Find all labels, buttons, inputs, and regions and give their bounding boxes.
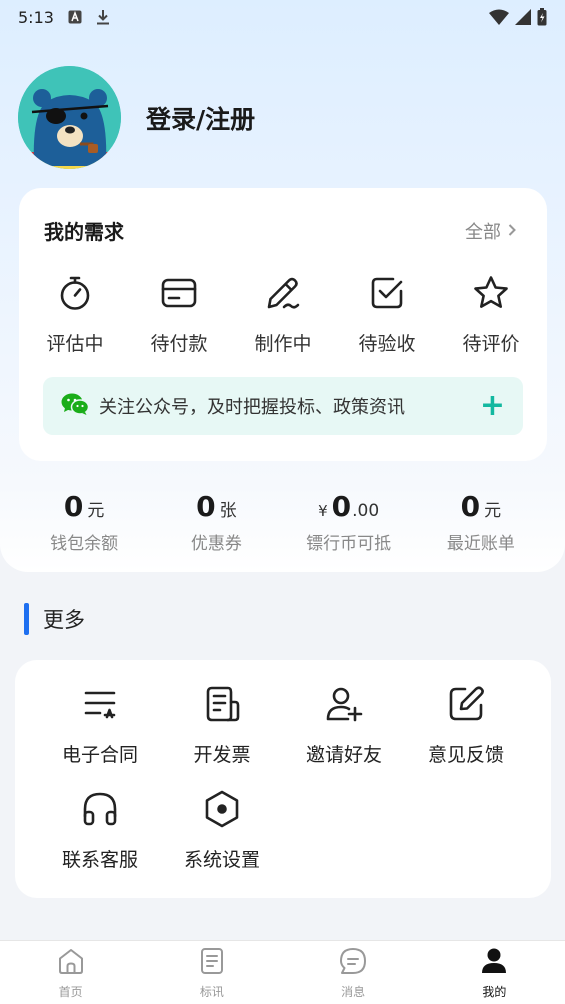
headphones-icon	[80, 789, 120, 833]
status-evaluating[interactable]: 评估中	[30, 274, 120, 356]
notification-a-icon	[68, 10, 82, 24]
card-icon	[160, 274, 198, 316]
invoice-icon	[202, 684, 242, 728]
wallet-balance-value: 0	[63, 490, 84, 523]
status-pending-acceptance[interactable]: 待验收	[342, 274, 432, 356]
wifi-icon	[489, 9, 509, 25]
recent-bills-label: 最近账单	[446, 534, 515, 554]
stopwatch-icon	[56, 274, 94, 316]
section-accent-bar	[24, 603, 29, 635]
signal-icon	[515, 9, 531, 25]
more-invite-friends[interactable]: 邀请好友	[283, 684, 405, 767]
message-icon	[338, 946, 368, 980]
issue-invoice-label: 开发票	[193, 744, 251, 766]
needs-status-row: 评估中 待付款 制作中 待验收 待评价	[19, 274, 547, 356]
status-bar: 5:13	[0, 0, 565, 34]
check-square-icon	[368, 274, 406, 316]
more-section-header: 更多	[24, 603, 85, 635]
bottom-navigation: 首页 标讯 消息 我的	[0, 940, 565, 1004]
nav-bid-news[interactable]: 标讯	[162, 946, 262, 1000]
nav-messages-label: 消息	[341, 984, 366, 999]
stat-coupons[interactable]: 0 张 优惠券	[151, 490, 281, 554]
stat-recent-bills[interactable]: 0 元 最近账单	[416, 490, 546, 554]
login-register-link[interactable]: 登录/注册	[146, 100, 255, 136]
star-icon	[472, 274, 510, 316]
add-user-icon	[324, 684, 364, 728]
e-contract-label: 电子合同	[61, 744, 138, 766]
coin-deduction-decimal: .00	[352, 501, 380, 521]
status-time: 5:13	[18, 7, 54, 27]
status-pending-review[interactable]: 待评价	[446, 274, 536, 356]
status-pending-acceptance-label: 待验收	[358, 333, 416, 355]
nav-bid-news-label: 标讯	[199, 984, 224, 999]
more-system-settings[interactable]: 系统设置	[161, 789, 283, 872]
more-customer-service[interactable]: 联系客服	[39, 789, 161, 872]
my-needs-card: 我的需求 全部 评估中 待付款 制作中 待验收 待评价 关注公众号，及时把握投标…	[19, 188, 547, 461]
status-in-production-label: 制作中	[254, 333, 312, 355]
nav-mine-label: 我的	[482, 984, 507, 999]
more-e-contract[interactable]: 电子合同	[39, 684, 161, 767]
nav-mine[interactable]: 我的	[444, 946, 544, 1000]
more-issue-invoice[interactable]: 开发票	[161, 684, 283, 767]
coupons-value: 0	[196, 490, 216, 523]
coin-deduction-value: 0	[331, 490, 352, 523]
more-feedback[interactable]: 意见反馈	[405, 684, 527, 767]
recent-bills-value: 0	[460, 490, 481, 523]
invite-friends-label: 邀请好友	[305, 744, 382, 766]
coupons-unit: 张	[219, 501, 237, 521]
coin-currency-symbol: ¥	[318, 502, 328, 520]
home-icon	[56, 946, 86, 980]
my-needs-title: 我的需求	[44, 220, 124, 244]
wallet-balance-label: 钱包余额	[50, 534, 119, 554]
avatar[interactable]	[18, 66, 121, 169]
wechat-icon	[61, 392, 90, 420]
pen-icon	[264, 274, 302, 316]
status-evaluating-label: 评估中	[46, 333, 104, 355]
nav-home-label: 首页	[58, 984, 83, 999]
user-icon	[479, 946, 509, 980]
stat-wallet-balance[interactable]: 0 元 钱包余额	[19, 490, 149, 554]
system-settings-label: 系统设置	[183, 849, 260, 871]
battery-icon	[537, 8, 547, 26]
status-pending-payment-label: 待付款	[150, 333, 208, 355]
wallet-balance-unit: 元	[87, 501, 105, 521]
customer-service-label: 联系客服	[61, 849, 138, 871]
coupons-label: 优惠券	[190, 534, 242, 554]
more-services-card: 电子合同 开发票 邀请好友 意见反馈 联系客服 系统设置	[15, 660, 551, 898]
chevron-right-icon	[507, 221, 517, 242]
contract-icon	[80, 684, 120, 728]
download-icon	[96, 9, 110, 25]
wallet-stats-row: 0 元 钱包余额 0 张 优惠券 ¥ 0 .00 镖行币可抵 0 元 最近账单	[0, 490, 565, 554]
document-icon	[197, 946, 227, 980]
more-services-grid: 电子合同 开发票 邀请好友 意见反馈 联系客服 系统设置	[39, 684, 527, 872]
view-all-label: 全部	[465, 222, 501, 243]
more-section-title: 更多	[43, 608, 85, 632]
profile-header[interactable]: 登录/注册	[18, 66, 255, 169]
wechat-banner-text: 关注公众号，及时把握投标、政策资讯	[99, 397, 405, 418]
recent-bills-unit: 元	[484, 501, 502, 521]
wechat-follow-banner[interactable]: 关注公众号，及时把握投标、政策资讯 +	[43, 377, 523, 435]
nav-home[interactable]: 首页	[21, 946, 121, 1000]
follow-plus-button[interactable]: +	[480, 391, 505, 421]
status-pending-review-label: 待评价	[462, 333, 520, 355]
nav-messages[interactable]: 消息	[303, 946, 403, 1000]
feedback-label: 意见反馈	[427, 744, 504, 766]
view-all-link[interactable]: 全部	[465, 218, 517, 244]
status-in-production[interactable]: 制作中	[238, 274, 328, 356]
coin-deduction-label: 镖行币可抵	[306, 534, 392, 554]
status-pending-payment[interactable]: 待付款	[134, 274, 224, 356]
stat-coin-deduction[interactable]: ¥ 0 .00 镖行币可抵	[284, 490, 414, 554]
settings-hexagon-icon	[202, 789, 242, 833]
edit-icon	[446, 684, 486, 728]
